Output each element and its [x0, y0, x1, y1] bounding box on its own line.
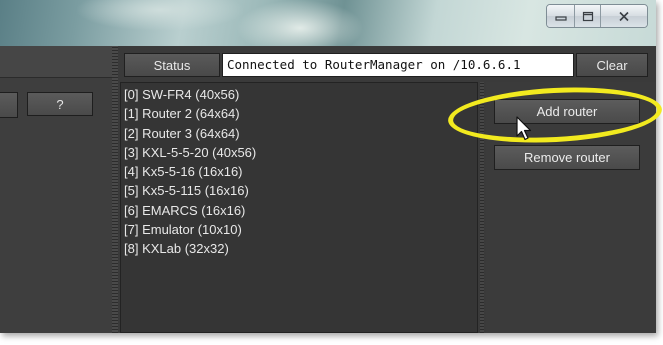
title-bar	[0, 0, 656, 46]
minimize-button[interactable]	[547, 5, 575, 27]
list-item[interactable]: [0] SW-FR4 (40x56)	[121, 85, 477, 104]
add-router-button[interactable]: Add router	[494, 99, 640, 124]
list-item[interactable]: [4] Kx5-5-16 (16x16)	[121, 162, 477, 181]
list-item[interactable]: [1] Router 2 (64x64)	[121, 104, 477, 123]
maximize-button[interactable]	[575, 5, 601, 27]
remove-router-button[interactable]: Remove router	[494, 145, 640, 170]
left-toolbar	[0, 46, 112, 78]
close-icon	[619, 11, 629, 21]
close-button[interactable]	[601, 5, 647, 27]
app-body: ? Status Connected to RouterManager on /…	[0, 46, 656, 333]
help-button[interactable]: ?	[27, 92, 93, 116]
list-item[interactable]: [5] Kx5-5-115 (16x16)	[121, 181, 477, 200]
list-item[interactable]: [8] KXLab (32x32)	[121, 239, 477, 258]
minimize-icon	[554, 16, 567, 21]
app-window: ? Status Connected to RouterManager on /…	[0, 0, 656, 333]
router-actions: Add router Remove router	[486, 82, 656, 333]
status-label: Status	[124, 53, 220, 77]
router-list[interactable]: [0] SW-FR4 (40x56) [1] Router 2 (64x64) …	[120, 82, 478, 333]
router-panel: Status Connected to RouterManager on /10…	[118, 46, 656, 333]
left-panel: ?	[0, 46, 113, 333]
window-controls	[546, 4, 648, 28]
status-field: Connected to RouterManager on /10.6.6.1	[222, 53, 574, 77]
list-item[interactable]: [2] Router 3 (64x64)	[121, 124, 477, 143]
list-item[interactable]: [6] EMARCS (16x16)	[121, 201, 477, 220]
list-item[interactable]: [3] KXL-5-5-20 (40x56)	[121, 143, 477, 162]
list-splitter[interactable]	[480, 82, 484, 333]
clear-button[interactable]: Clear	[576, 53, 648, 77]
list-item[interactable]: [7] Emulator (10x10)	[121, 220, 477, 239]
maximize-icon	[582, 11, 593, 21]
left-panel-button[interactable]	[0, 92, 18, 118]
